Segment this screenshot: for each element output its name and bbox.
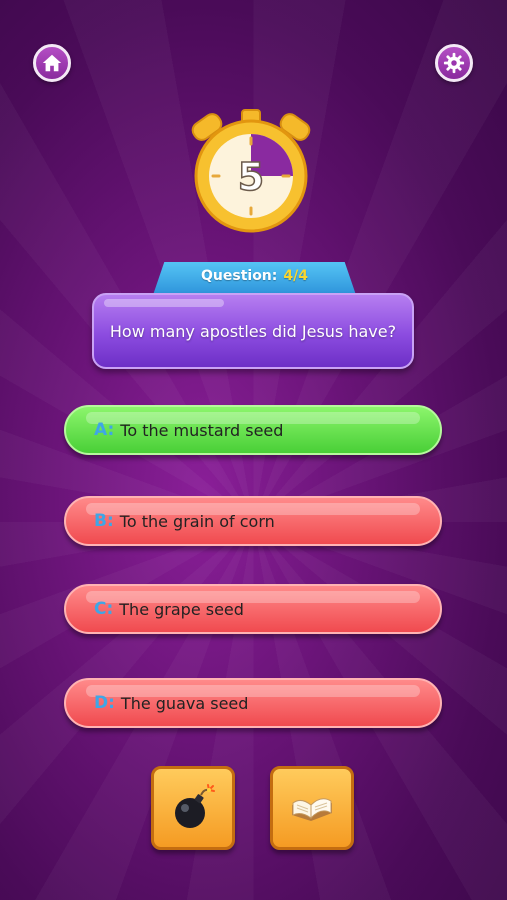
answer-text: The guava seed bbox=[120, 693, 249, 713]
answer-letter: A: bbox=[94, 420, 115, 440]
question-progress: 4/4 bbox=[283, 268, 308, 284]
question-panel: How many apostles did Jesus have? bbox=[92, 293, 414, 369]
bomb-powerup-button[interactable] bbox=[151, 766, 235, 850]
answer-text: The grape seed bbox=[119, 599, 244, 619]
bomb-icon bbox=[175, 784, 215, 828]
answer-text: To the mustard seed bbox=[120, 420, 284, 440]
home-button[interactable] bbox=[33, 44, 71, 82]
book-powerup-button[interactable] bbox=[270, 766, 354, 850]
timer-seconds: 5 bbox=[238, 155, 264, 199]
answer-button-a[interactable]: A: To the mustard seed bbox=[64, 405, 442, 455]
book-icon bbox=[292, 798, 332, 821]
question-text: How many apostles did Jesus have? bbox=[109, 321, 397, 341]
question-label: Question: bbox=[201, 268, 278, 284]
home-icon bbox=[42, 54, 62, 72]
answer-letter: C: bbox=[94, 599, 114, 619]
stopwatch-icon: 5 bbox=[191, 109, 311, 233]
countdown-timer: 5 bbox=[186, 104, 316, 234]
answer-button-b[interactable]: B: To the grain of corn bbox=[64, 496, 442, 546]
answer-letter: B: bbox=[94, 511, 114, 531]
answer-button-c[interactable]: C: The grape seed bbox=[64, 584, 442, 634]
answer-text: To the grain of corn bbox=[119, 511, 275, 531]
settings-button[interactable] bbox=[435, 44, 473, 82]
answer-letter: D: bbox=[94, 693, 115, 713]
gear-icon bbox=[443, 52, 465, 74]
answer-button-d[interactable]: D: The guava seed bbox=[64, 678, 442, 728]
